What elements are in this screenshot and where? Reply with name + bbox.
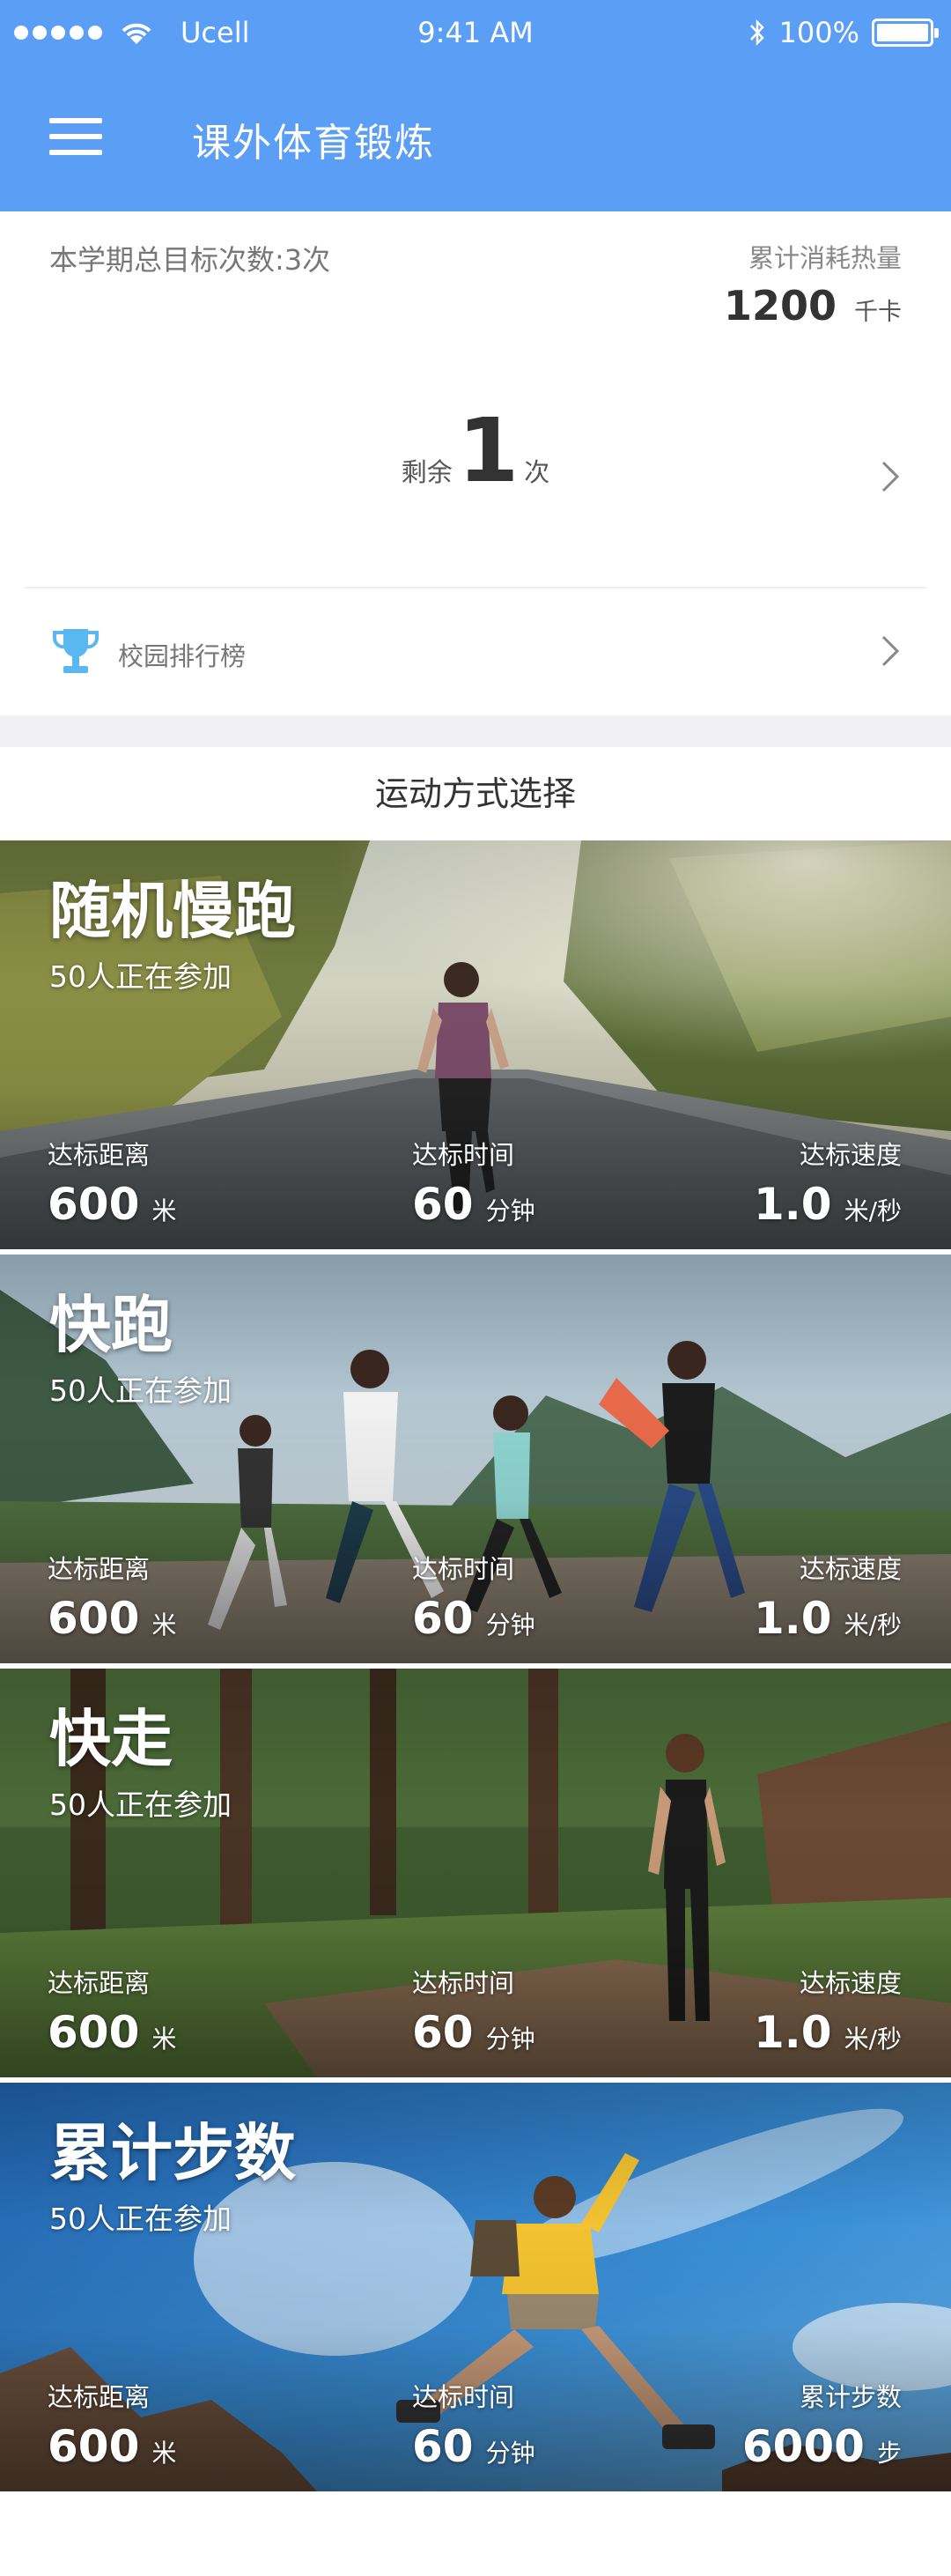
stat-label: 达标时间 [412,2382,515,2412]
stat-distance: 达标距离 600 米 [48,1549,176,1644]
stat-unit: 米 [151,2025,177,2054]
hamburger-icon[interactable] [49,118,102,155]
stat-unit: 分钟 [485,2025,535,2054]
battery-percent: 100% [778,16,859,49]
stat-unit: 米 [151,1196,177,1225]
stat-unit: 分钟 [485,2439,535,2468]
participant-count: 50人正在参加 [49,1788,232,1822]
stat-value: 60 [412,2421,474,2472]
remaining-number: 1 [457,399,520,502]
stat-unit: 步 [876,2439,902,2468]
status-bar: Ucell 9:41 AM 100% [0,0,951,70]
stat-speed: 达标速度 1.0 米/秒 [754,1963,902,2058]
stat-time: 达标时间 60 分钟 [412,1963,535,2058]
remaining-suffix: 次 [524,457,550,487]
stat-unit: 米 [151,2439,177,2468]
calorie-unit: 千卡 [854,299,902,326]
stat-label: 达标距离 [48,1554,151,1584]
battery-icon [872,19,939,47]
bluetooth-icon [749,19,764,47]
stat-unit: 分钟 [485,1610,535,1640]
stat-value: 600 [48,1179,140,1230]
stat-unit: 米/秒 [844,2025,902,2054]
app-header: Ucell 9:41 AM 100% 课外体育锻炼 [0,0,951,211]
stat-label: 达标时间 [412,1968,515,1998]
remaining-count[interactable]: 剩余 1 次 [0,407,951,495]
calorie-value: 1200 千卡 [724,282,902,329]
stat-value: 60 [412,2007,474,2058]
sport-card-fast-run[interactable]: 快跑 50人正在参加 达标距离 600 米 达标时间 60 分钟 达标速度 1.0 米… [0,1255,951,1663]
stat-time: 达标时间 60 分钟 [412,1549,535,1644]
semester-goal: 本学期总目标次数:3次 [49,243,331,277]
chevron-right-icon[interactable] [881,460,900,493]
stat-value: 1.0 [753,1593,832,1644]
stat-label: 累计步数 [799,2382,902,2412]
sport-name: 随机慢跑 [49,875,296,947]
sport-card-brisk-walk[interactable]: 快走 50人正在参加 达标距离 600 米 达标时间 60 分钟 达标速度 1.0 米… [0,1669,951,2077]
participant-count: 50人正在参加 [49,2202,232,2236]
calorie-label: 累计消耗热量 [748,243,902,273]
calorie-number: 1200 [723,282,837,329]
status-right: 100% [748,16,939,49]
remaining-prefix: 剩余 [401,457,453,487]
chevron-right-icon [881,635,900,667]
stat-label: 达标时间 [412,1140,515,1170]
section-title: 运动方式选择 [0,747,951,840]
participant-count: 50人正在参加 [49,1373,232,1408]
stat-speed: 达标速度 1.0 米/秒 [754,1549,902,1644]
stat-unit: 分钟 [485,1196,535,1225]
ranking-row[interactable]: 校园排行榜 [0,588,951,715]
stat-value: 1.0 [753,2007,832,2058]
summary-card: 本学期总目标次数:3次 累计消耗热量 1200 千卡 剩余 1 次 校园排行榜 [0,211,951,715]
stat-label: 达标距离 [48,1968,151,1998]
stat-time: 达标时间 60 分钟 [412,2377,535,2472]
stat-value: 6000 [741,2421,865,2472]
stat-steps: 累计步数 6000 步 [742,2377,902,2472]
section-spacer [0,715,951,747]
stat-label: 达标速度 [799,1554,902,1584]
trophy-icon [53,629,99,673]
stat-speed: 达标速度 1.0 米/秒 [754,1135,902,1230]
stat-value: 600 [48,2421,140,2472]
stat-unit: 米/秒 [844,1196,902,1225]
stat-label: 达标距离 [48,1140,151,1170]
sport-name: 快走 [49,1703,173,1775]
sport-card-jogging[interactable]: 随机慢跑 50人正在参加 达标距离 600 米 达标时间 60 分钟 达标速度 1.… [0,840,951,1249]
stat-distance: 达标距离 600 米 [48,1135,176,1230]
page-title: 课外体育锻炼 [192,121,435,166]
participant-count: 50人正在参加 [49,959,232,994]
stat-label: 达标距离 [48,2382,151,2412]
stat-distance: 达标距离 600 米 [48,2377,176,2472]
stat-time: 达标时间 60 分钟 [412,1135,535,1230]
stat-label: 达标速度 [799,1140,902,1170]
stat-label: 达标速度 [799,1968,902,1998]
stat-value: 60 [412,1179,474,1230]
stat-label: 达标时间 [412,1554,515,1584]
ranking-label: 校园排行榜 [118,641,247,671]
stat-value: 60 [412,1593,474,1644]
sport-card-step-count[interactable]: 累计步数 50人正在参加 达标距离 600 米 达标时间 60 分钟 累计步数 60… [0,2083,951,2491]
sport-name: 累计步数 [49,2117,296,2189]
stat-unit: 米 [151,1610,177,1640]
sport-name: 快跑 [49,1289,173,1361]
stat-value: 600 [48,1593,140,1644]
stat-unit: 米/秒 [844,1610,902,1640]
stat-distance: 达标距离 600 米 [48,1963,176,2058]
stat-value: 600 [48,2007,140,2058]
stat-value: 1.0 [753,1179,832,1230]
